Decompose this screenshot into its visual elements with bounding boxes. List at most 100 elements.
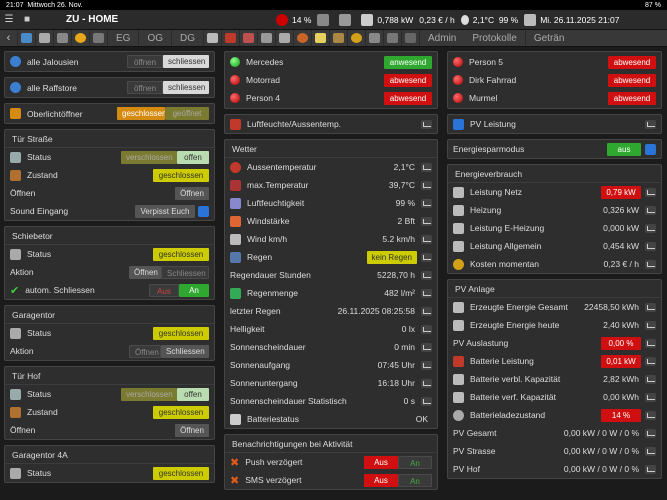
tuer-hof-oeffnen-button[interactable]: Öffnen [175, 423, 209, 437]
chart-icon[interactable] [421, 162, 432, 172]
garagentor-open-button[interactable]: Öffnen [129, 344, 161, 358]
window-icon [10, 108, 21, 119]
chart-icon[interactable] [645, 241, 656, 251]
date-stat: Mi. 26.11.2025 21:07 [524, 13, 619, 26]
chart-icon[interactable] [421, 378, 432, 388]
sms-on-button[interactable]: An [398, 473, 432, 487]
chart-icon[interactable] [645, 259, 656, 269]
chart-icon[interactable] [645, 410, 656, 420]
chart-icon[interactable] [645, 446, 656, 456]
save-icon[interactable] [198, 205, 209, 217]
tuer-hof-open-button[interactable]: offen [177, 387, 209, 401]
chart-icon[interactable] [421, 252, 432, 262]
chart-icon[interactable] [421, 180, 432, 190]
oberlicht-closed-button[interactable]: geschlossen [117, 107, 166, 120]
chart-icon[interactable] [645, 187, 656, 197]
tuer-strasse-locked-button[interactable]: verschlossen [121, 150, 177, 164]
garagentor-status-row: Status geschlossen [5, 324, 214, 342]
tuer-strasse-oeffnen-button[interactable]: Öffnen [175, 186, 209, 200]
tuer-hof-status-label: Status [27, 389, 52, 399]
nav-home-icon[interactable] [72, 30, 90, 46]
jalousien-close-button[interactable]: schliessen [163, 55, 209, 68]
chart-icon[interactable] [645, 302, 656, 312]
chart-icon[interactable] [421, 396, 432, 406]
lock-icon [10, 388, 21, 400]
schiebetor-open-button[interactable]: Öffnen [129, 265, 161, 279]
energiespar-toggle[interactable]: aus [607, 142, 641, 156]
chart-icon[interactable] [645, 119, 656, 129]
row-label: Leistung Allgemein [470, 241, 542, 251]
jalousien-open-button[interactable]: öffnen [127, 55, 163, 68]
nav-og[interactable]: OG [139, 30, 173, 46]
sound-button[interactable]: Verpisst Euch [135, 204, 195, 218]
nav-thermometer-icon[interactable] [240, 30, 259, 46]
push-off-button[interactable]: Aus [364, 455, 398, 469]
nav-info-icon[interactable] [258, 30, 277, 46]
chart-icon[interactable] [645, 428, 656, 438]
chart-icon[interactable] [421, 324, 432, 334]
chart-icon[interactable] [645, 464, 656, 474]
chart-icon[interactable] [645, 374, 656, 384]
nav-eye-icon[interactable] [276, 30, 295, 46]
nav-solar-icon[interactable] [330, 30, 349, 46]
garagentor-close-button[interactable]: Schliessen [161, 344, 209, 358]
presence-row: Dirk Fahrrad abwesend [448, 71, 661, 89]
chart-icon[interactable] [645, 338, 656, 348]
nav-calendar-icon[interactable] [36, 30, 54, 46]
chart-icon[interactable] [421, 216, 432, 226]
nav-settings-icon[interactable] [90, 30, 108, 46]
chart-icon[interactable] [421, 360, 432, 370]
menu-icon[interactable]: ☰ [0, 10, 18, 30]
nav-admin[interactable]: Admin [420, 30, 464, 46]
nav-tools-icon[interactable] [402, 30, 421, 46]
sms-off-button[interactable]: Aus [364, 473, 398, 487]
power-stat: 14 % [276, 13, 311, 26]
nav-speaker-icon[interactable] [54, 30, 72, 46]
chart-icon[interactable] [421, 342, 432, 352]
chart-icon[interactable] [645, 356, 656, 366]
meter-icon [453, 391, 464, 403]
tuer-hof-locked-button[interactable]: verschlossen [121, 387, 177, 401]
chart-icon[interactable] [645, 205, 656, 215]
row-value: 26.11.2025 08:25:58 [337, 306, 415, 316]
row-value: 0,79 kW [601, 185, 641, 199]
nav-weather-icon[interactable] [18, 30, 36, 46]
tuer-strasse-open-button[interactable]: offen [177, 150, 209, 164]
schiebetor-close-button[interactable]: Schliessen [161, 265, 209, 279]
row-label: Heizung [470, 205, 502, 215]
chart-icon[interactable] [421, 270, 432, 280]
nav-ball-icon[interactable] [294, 30, 313, 46]
nav-plug-icon[interactable] [384, 30, 403, 46]
presence-name: Motorrad [246, 75, 281, 85]
oberlicht-open-button[interactable]: geöffnet [165, 107, 209, 120]
schiebetor-auto-off-button[interactable]: Aus [149, 283, 179, 297]
back-icon[interactable]: ‹ [0, 30, 18, 46]
chart-icon[interactable] [421, 198, 432, 208]
row-value: 2,82 kWh [603, 374, 639, 384]
chart-icon[interactable] [645, 223, 656, 233]
raffstore-open-button[interactable]: öffnen [127, 81, 163, 94]
save-icon[interactable] [645, 143, 656, 155]
luftfeuchte-row[interactable]: Luftfeuchte/Aussentemp. [225, 115, 437, 133]
chart-icon[interactable] [421, 119, 432, 129]
chart-icon[interactable] [421, 288, 432, 298]
nav-doc-icon[interactable] [366, 30, 385, 46]
push-on-button[interactable]: An [398, 455, 432, 469]
chart-icon[interactable] [645, 392, 656, 402]
schiebetor-auto-on-button[interactable]: An [179, 283, 209, 297]
nav-protokolle[interactable]: Protokolle [464, 30, 526, 46]
chart-icon[interactable] [645, 320, 656, 330]
nav-lamp-icon[interactable] [204, 30, 223, 46]
pv-leistung-row[interactable]: PV Leistung [448, 115, 661, 133]
nav-heating-icon[interactable] [312, 30, 331, 46]
nav-chart-icon[interactable] [222, 30, 241, 46]
raffstore-close-button[interactable]: schliessen [163, 81, 209, 94]
chart-icon[interactable] [421, 234, 432, 244]
verbrauch-row: Leistung Netz 0,79 kW [448, 183, 661, 201]
nav-dg[interactable]: DG [172, 30, 205, 46]
nav-coin-icon[interactable] [348, 30, 367, 46]
chart-icon[interactable] [421, 306, 432, 316]
meter-icon [453, 222, 464, 234]
nav-eg[interactable]: EG [108, 30, 140, 46]
nav-getraenke[interactable]: Geträn [526, 30, 573, 46]
